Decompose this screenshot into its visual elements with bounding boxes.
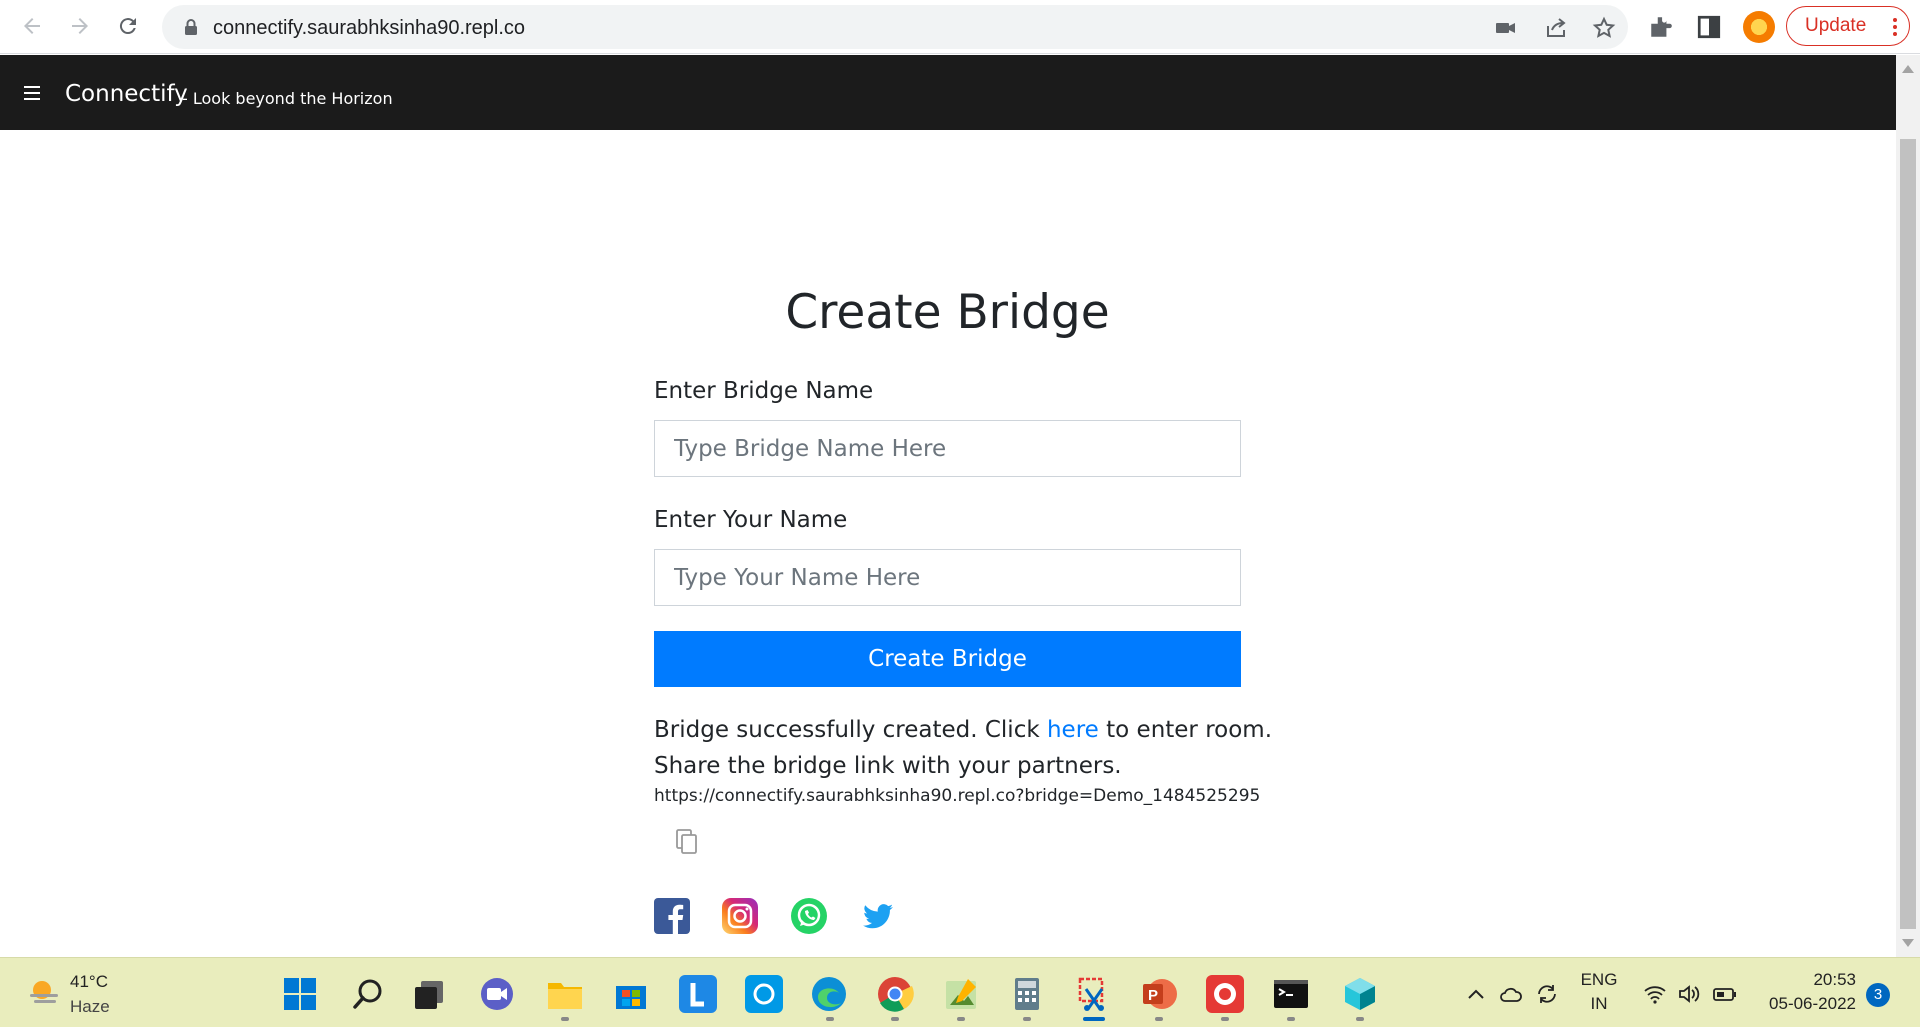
notification-badge[interactable]: 3 bbox=[1866, 983, 1890, 1007]
weather-temperature: 41°C bbox=[70, 972, 108, 991]
arrow-left-icon bbox=[24, 18, 40, 34]
clock-date[interactable]: 05-06-2022 bbox=[1752, 994, 1856, 1014]
menu-icon[interactable] bbox=[24, 85, 44, 101]
terminal-icon[interactable] bbox=[1272, 975, 1310, 1013]
weather-condition: Haze bbox=[70, 997, 110, 1016]
your-name-label: Enter Your Name bbox=[654, 507, 848, 533]
extensions-icon[interactable] bbox=[1648, 14, 1674, 40]
running-indicator bbox=[1023, 1017, 1031, 1021]
language-indicator[interactable]: ENG bbox=[1578, 970, 1620, 990]
app-navbar: Connectify - Look beyond the Horizon bbox=[0, 55, 1896, 130]
brand-name[interactable]: Connectify bbox=[65, 81, 188, 107]
scroll-thumb[interactable] bbox=[1900, 139, 1916, 929]
bridge-name-label: Enter Bridge Name bbox=[654, 378, 874, 404]
facebook-icon[interactable] bbox=[654, 898, 690, 934]
lock-icon bbox=[185, 19, 197, 35]
success-prefix: Bridge successfully created. Click bbox=[654, 717, 1047, 743]
sync-icon[interactable] bbox=[1535, 983, 1559, 1005]
file-explorer-icon[interactable] bbox=[546, 975, 584, 1013]
edge-icon[interactable] bbox=[810, 975, 848, 1013]
scroll-up-icon[interactable] bbox=[1902, 65, 1914, 73]
success-message: Bridge successfully created. Click here … bbox=[654, 717, 1272, 743]
side-panel-icon[interactable] bbox=[1696, 14, 1722, 40]
arrow-right-icon bbox=[72, 18, 88, 34]
share-message: Share the bridge link with your partners… bbox=[654, 753, 1122, 779]
browser-toolbar: connectify.saurabhksinha90.repl.co Updat… bbox=[0, 0, 1920, 54]
running-indicator bbox=[561, 1017, 569, 1021]
chevron-up-icon[interactable] bbox=[1464, 983, 1488, 1005]
create-bridge-button[interactable]: Create Bridge bbox=[654, 631, 1241, 687]
profile-avatar[interactable] bbox=[1743, 11, 1775, 43]
wifi-icon[interactable] bbox=[1643, 983, 1667, 1005]
running-indicator bbox=[1356, 1017, 1364, 1021]
screen-recorder-icon[interactable] bbox=[1206, 975, 1244, 1013]
taskbar: 41°C Haze P ENG IN 20:53 05-06-2022 3 bbox=[0, 957, 1920, 1027]
paint-app-icon[interactable] bbox=[942, 975, 980, 1013]
camera-icon[interactable] bbox=[1494, 16, 1518, 40]
enter-room-link[interactable]: here bbox=[1047, 717, 1099, 743]
running-indicator bbox=[826, 1017, 834, 1021]
l-app-icon[interactable] bbox=[679, 975, 717, 1013]
url-text: connectify.saurabhksinha90.repl.co bbox=[213, 17, 526, 39]
powerpoint-icon[interactable]: P bbox=[1140, 975, 1178, 1013]
running-indicator bbox=[1155, 1017, 1163, 1021]
update-label: Update bbox=[1805, 15, 1867, 36]
weather-haze-icon[interactable] bbox=[28, 978, 60, 1006]
microsoft-store-icon[interactable] bbox=[612, 975, 650, 1013]
brand-tagline: - Look beyond the Horizon bbox=[182, 89, 393, 108]
reload-icon bbox=[119, 18, 136, 35]
task-view-icon[interactable] bbox=[411, 975, 449, 1013]
update-button[interactable]: Update bbox=[1786, 6, 1910, 46]
svg-text:P: P bbox=[1148, 987, 1158, 1004]
start-icon[interactable] bbox=[281, 975, 319, 1013]
forward-button[interactable] bbox=[62, 8, 98, 44]
region-indicator[interactable]: IN bbox=[1578, 994, 1620, 1014]
running-indicator bbox=[891, 1017, 899, 1021]
running-indicator bbox=[1287, 1017, 1295, 1021]
share-icon[interactable] bbox=[1544, 16, 1568, 40]
bridge-link: https://connectify.saurabhksinha90.repl.… bbox=[654, 786, 1261, 806]
back-button[interactable] bbox=[14, 8, 50, 44]
instagram-icon[interactable] bbox=[722, 898, 758, 934]
twitter-icon[interactable] bbox=[860, 898, 896, 934]
success-suffix: to enter room. bbox=[1098, 717, 1273, 743]
whatsapp-icon[interactable] bbox=[791, 898, 827, 934]
volume-icon[interactable] bbox=[1677, 983, 1701, 1005]
running-indicator bbox=[1221, 1017, 1229, 1021]
cortana-icon[interactable] bbox=[745, 975, 783, 1013]
clock-time[interactable]: 20:53 bbox=[1760, 970, 1856, 990]
copy-icon[interactable] bbox=[674, 828, 700, 856]
active-app-indicator bbox=[1083, 1017, 1105, 1021]
running-indicator bbox=[957, 1017, 965, 1021]
bookmark-star-icon[interactable] bbox=[1592, 16, 1616, 40]
your-name-input[interactable] bbox=[654, 549, 1241, 606]
bridge-name-input[interactable] bbox=[654, 420, 1241, 477]
search-icon[interactable] bbox=[349, 975, 387, 1013]
more-vert-icon bbox=[1893, 18, 1897, 36]
onedrive-cloud-icon[interactable] bbox=[1499, 983, 1523, 1005]
chrome-icon[interactable] bbox=[876, 975, 914, 1013]
page-scrollbar[interactable] bbox=[1896, 55, 1920, 957]
teams-chat-icon[interactable] bbox=[478, 975, 516, 1013]
reload-button[interactable] bbox=[110, 8, 146, 44]
scroll-down-icon[interactable] bbox=[1902, 939, 1914, 947]
calculator-icon[interactable] bbox=[1008, 975, 1046, 1013]
page-title: Create Bridge bbox=[785, 285, 1110, 340]
battery-icon[interactable] bbox=[1713, 983, 1737, 1005]
snipping-tool-icon[interactable] bbox=[1074, 975, 1112, 1013]
address-bar[interactable]: connectify.saurabhksinha90.repl.co bbox=[162, 5, 1628, 49]
3d-box-icon[interactable] bbox=[1341, 975, 1379, 1013]
